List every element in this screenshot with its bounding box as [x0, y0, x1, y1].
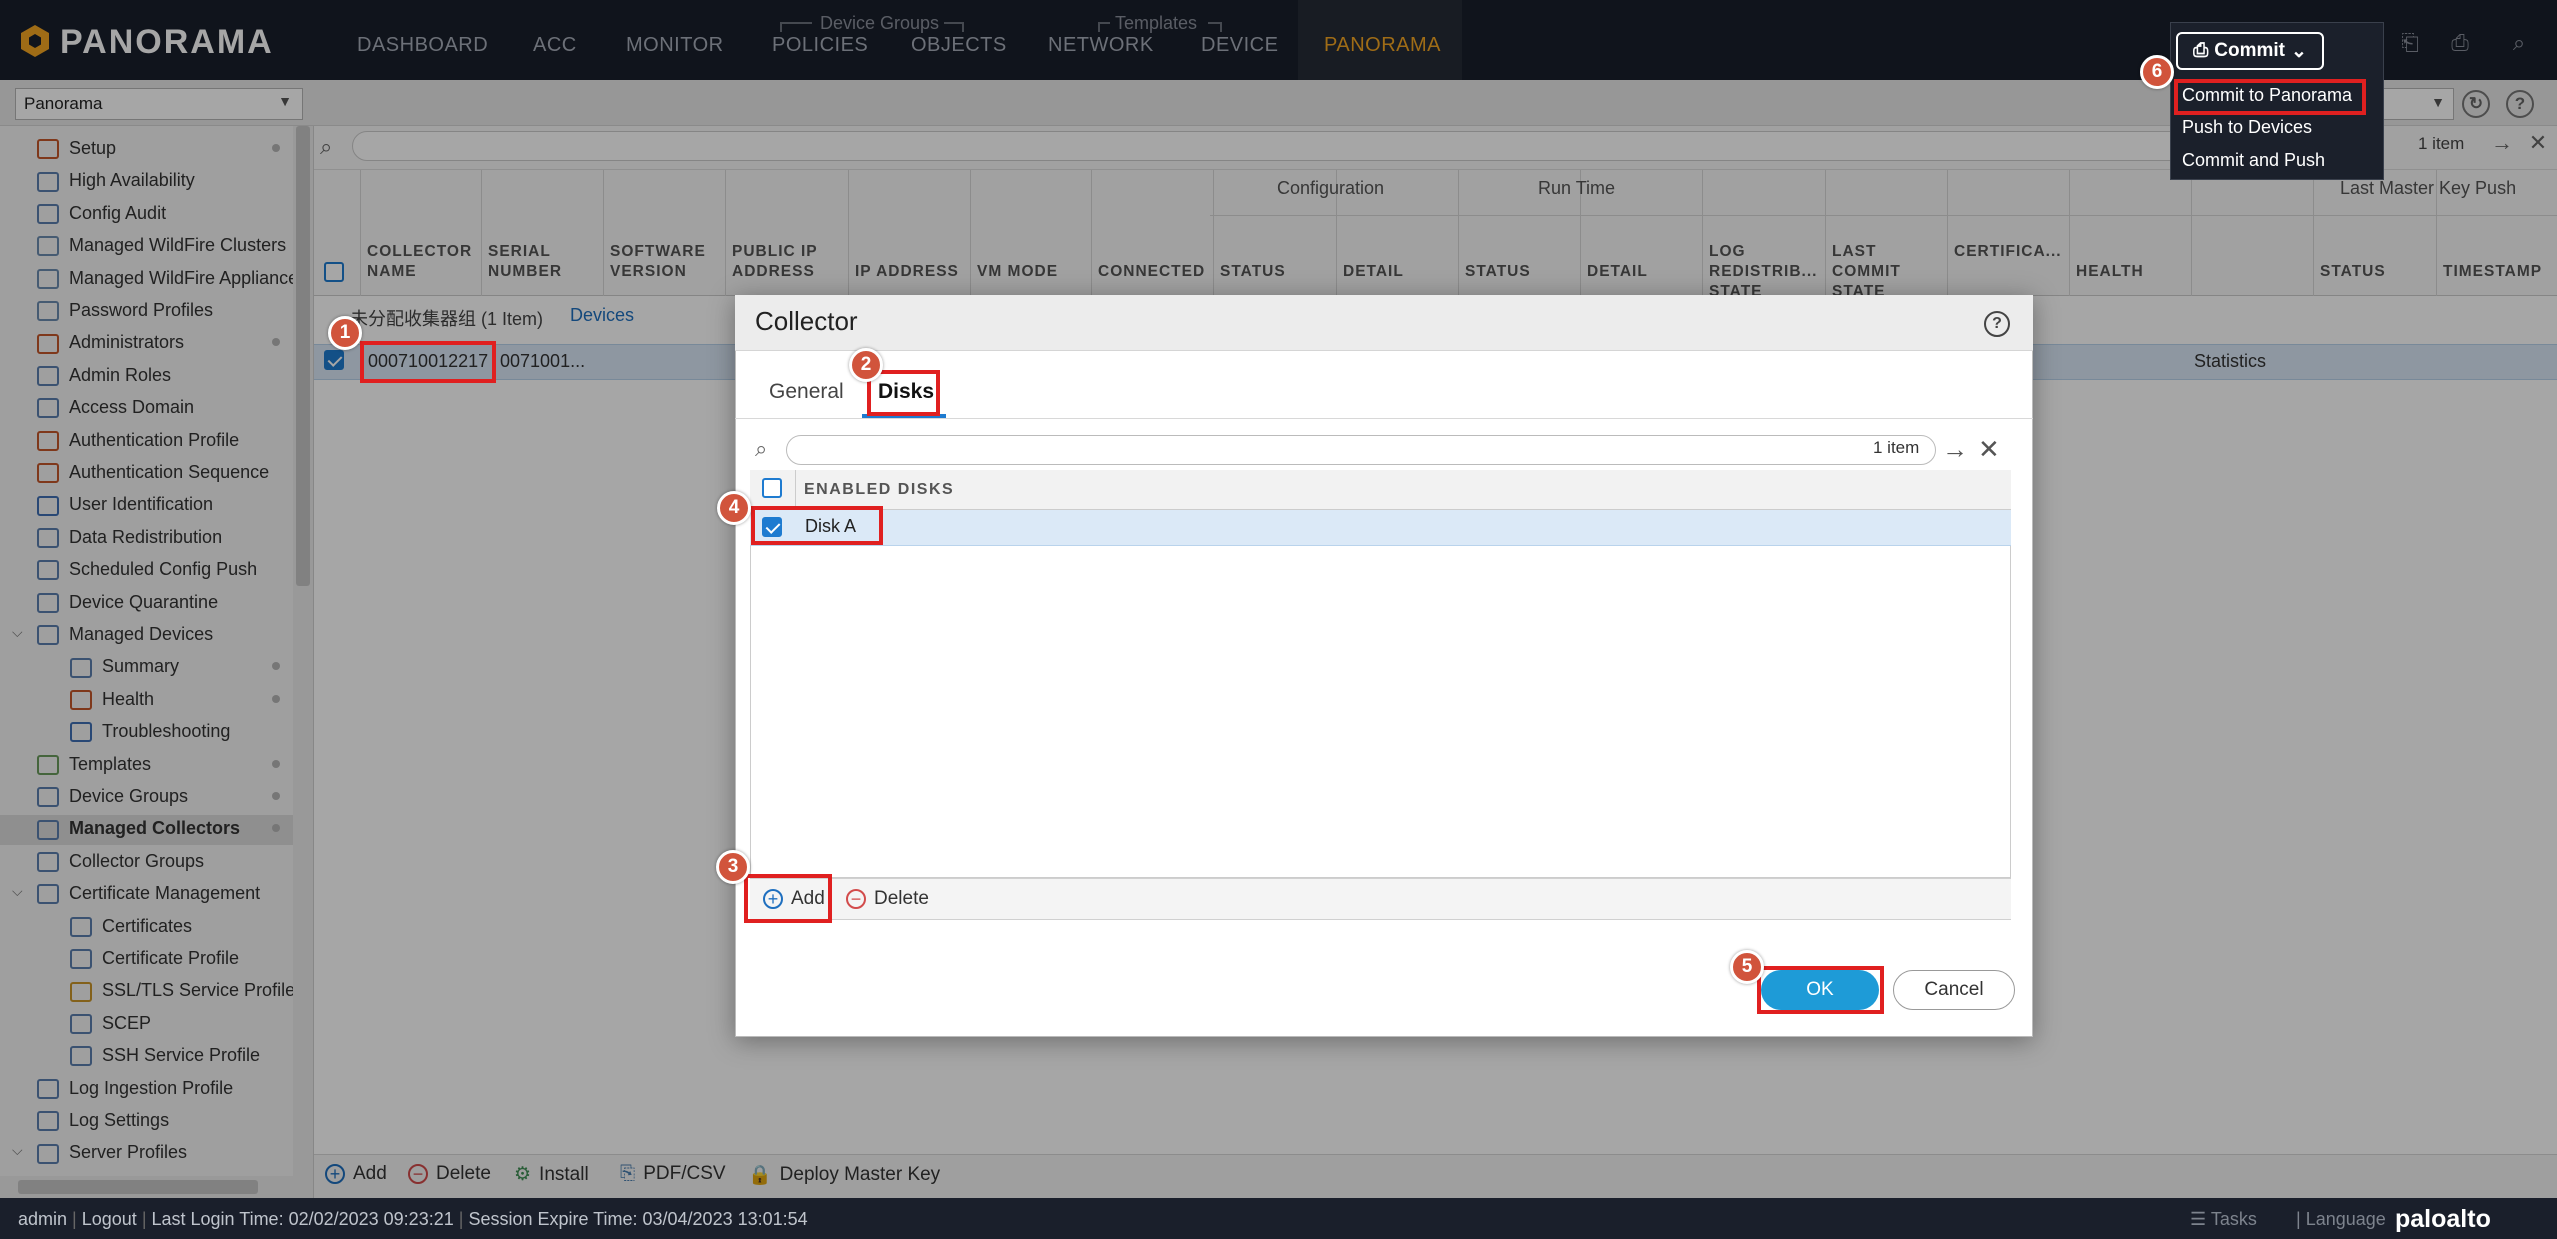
username: admin — [18, 1209, 68, 1229]
step-badge-1: 1 — [328, 316, 362, 350]
close-icon[interactable]: ✕ — [1978, 434, 2000, 465]
logout-link[interactable]: Logout — [82, 1209, 137, 1229]
disk-row[interactable] — [750, 510, 2011, 546]
tasks-button[interactable]: ☰ Tasks — [2190, 1209, 2257, 1230]
chevron-down-icon: ⌄ — [2291, 40, 2307, 62]
arrow-right-icon[interactable]: → — [1942, 434, 1968, 465]
step-badge-5: 5 — [1730, 950, 1764, 984]
highlight-commit-to-panorama — [2174, 79, 2366, 115]
step-badge-6: 6 — [2140, 55, 2174, 89]
minus-icon: − — [846, 889, 866, 909]
session-expire: Session Expire Time: 03/04/2023 13:01:54 — [468, 1209, 808, 1229]
status-bar: admin | Logout | Last Login Time: 02/02/… — [0, 1198, 2557, 1239]
help-icon[interactable]: ? — [1984, 311, 2010, 337]
search-icon: ⌕ — [755, 436, 768, 461]
language-button[interactable]: | Language — [2296, 1209, 2386, 1230]
paloalto-logo: paloalto — [2395, 1205, 2491, 1233]
highlight-collector-name — [360, 341, 496, 383]
enabled-disks-header: ENABLED DISKS — [804, 481, 955, 498]
disk-item-count: 1 item — [1873, 438, 1920, 457]
commit-icon: ⎙ — [2193, 40, 2209, 61]
delete-disk-button[interactable]: − Delete — [846, 888, 929, 910]
step-badge-4: 4 — [717, 491, 751, 525]
highlight-disk-row — [751, 506, 883, 545]
push-to-devices[interactable]: Push to Devices — [2182, 117, 2312, 138]
tab-general[interactable]: General — [769, 380, 844, 404]
disk-search-input[interactable] — [786, 435, 1936, 465]
step-badge-3: 3 — [716, 850, 750, 884]
commit-and-push[interactable]: Commit and Push — [2182, 150, 2325, 171]
step-badge-2: 2 — [849, 348, 883, 382]
cancel-button[interactable]: Cancel — [1893, 970, 2015, 1010]
commit-button[interactable]: ⎙ Commit ⌄ — [2176, 32, 2324, 70]
select-all-disks-checkbox[interactable] — [762, 478, 782, 498]
last-login: Last Login Time: 02/02/2023 09:23:21 — [151, 1209, 454, 1229]
dialog-header — [735, 295, 2033, 351]
highlight-add-button — [744, 874, 832, 923]
dialog-title: Collector — [755, 306, 858, 336]
disks-actions-bar — [750, 878, 2011, 920]
highlight-ok-button — [1757, 966, 1884, 1014]
